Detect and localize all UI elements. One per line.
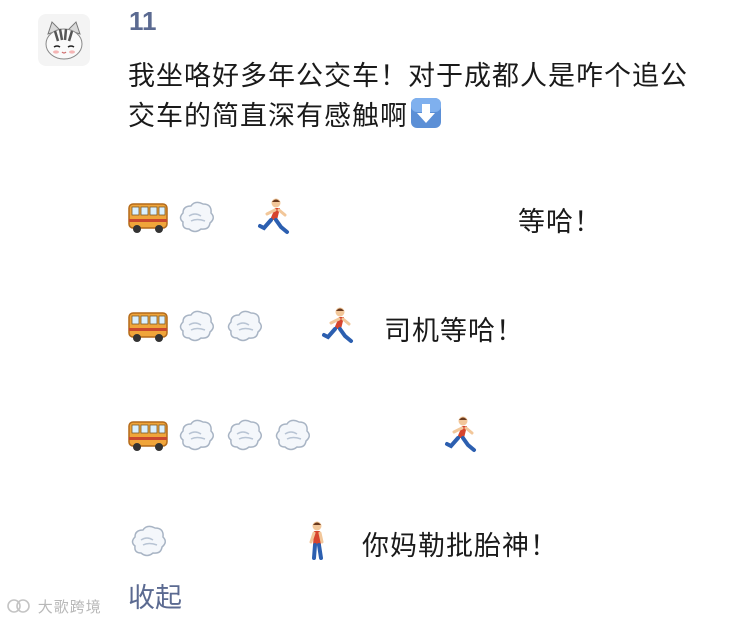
runner-icon [258,198,289,234]
watermark-text: 大歌跨境 [37,598,102,616]
dash-cloud-icon [227,310,262,342]
row-2-text: 司机等哈！ [384,316,524,347]
runner-icon [445,416,476,452]
emoji-row-1: 等哈！ [0,196,750,246]
emoji-row-3 [0,414,750,464]
dash-cloud-icon [179,310,214,342]
bus-icon [128,203,168,233]
comment-text-line-2-text: 交车的简直深有感触啊 [128,101,408,132]
collapse-link[interactable]: 收起 [128,576,182,615]
runner-icon [322,307,353,343]
row-4-text: 你妈勒批胎神！ [362,531,558,562]
bus-icon [128,312,168,342]
comment-page: 11 我坐咯好多年公交车！对于成都人是咋个追公 交车的简直深有感触啊 等哈！ 司… [0,0,750,625]
emoji-row-4: 你妈勒批胎神！ [0,520,750,570]
avatar[interactable] [38,14,90,66]
watermark: 大歌跨境 [6,596,102,617]
bus-icon [128,421,168,451]
dash-cloud-icon [131,525,166,557]
walker-icon [309,521,324,560]
emoji-row-2: 司机等哈！ [0,305,750,355]
dash-cloud-icon [227,419,262,451]
dash-cloud-icon [179,419,214,451]
comment-text-line-1: 我坐咯好多年公交车！对于成都人是咋个追公 [128,61,688,92]
cat-avatar-icon [38,14,90,66]
username[interactable]: 11 [129,6,157,37]
comment-text-line-2: 交车的简直深有感触啊 [128,94,442,133]
dash-cloud-icon [275,419,310,451]
down-arrow-icon [411,98,441,128]
dash-cloud-icon [179,201,214,233]
watermark-logo-icon [7,599,30,613]
row-1-text: 等哈！ [518,207,602,238]
